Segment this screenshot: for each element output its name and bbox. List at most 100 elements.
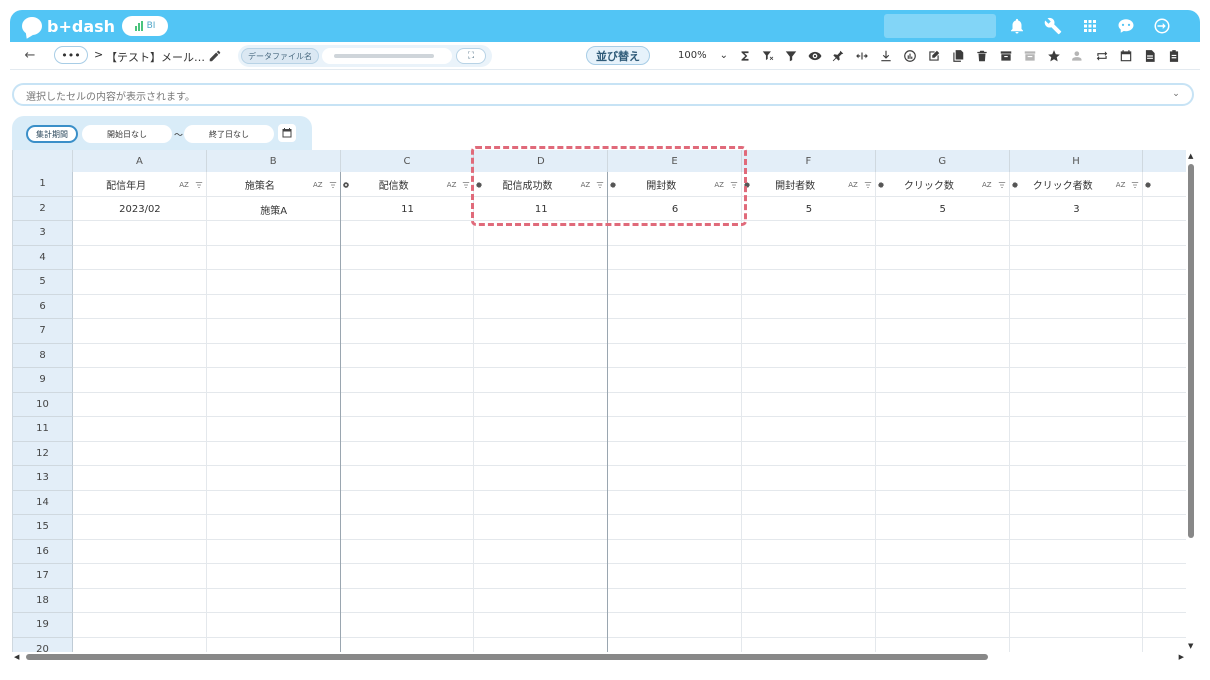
expand-button[interactable]: ⛶ — [456, 48, 486, 64]
scroll-down-icon[interactable]: ▼ — [1188, 642, 1193, 650]
chart-circle-icon[interactable] — [902, 48, 918, 64]
row-number[interactable]: 2 — [13, 196, 73, 221]
back-button[interactable]: ← — [22, 48, 38, 64]
copy-icon[interactable] — [950, 48, 966, 64]
archive-icon[interactable] — [998, 48, 1014, 64]
data-cell[interactable]: 5 — [876, 197, 1010, 221]
vertical-scrollbar[interactable]: ▲ ▼ — [1186, 150, 1196, 652]
scroll-right-icon[interactable]: ▶ — [1179, 653, 1184, 661]
zoom-select[interactable]: 100% ⌄ — [660, 46, 732, 65]
pin-icon[interactable] — [830, 48, 846, 64]
column-header-e[interactable]: E — [608, 150, 742, 172]
horizontal-scrollbar[interactable]: ◀ ▶ — [12, 652, 1186, 662]
row-number[interactable]: 12 — [13, 441, 73, 466]
chat-bot-icon[interactable] — [1116, 16, 1136, 36]
row-number[interactable]: 19 — [13, 613, 73, 638]
data-file-name-field[interactable] — [322, 48, 452, 64]
edit-square-icon[interactable] — [926, 48, 942, 64]
vertical-scroll-thumb[interactable] — [1188, 164, 1194, 538]
spreadsheet-grid[interactable]: ABCDEFGH 1 2 3 4 5 6 7 8 9 10 11 12 13 14 15 16 17 18 19 20… — [12, 150, 1186, 652]
wrench-icon[interactable] — [1043, 16, 1063, 36]
data-cell[interactable]: 5 — [742, 197, 876, 221]
filter-lines-icon[interactable] — [195, 181, 203, 189]
header-cell[interactable]: クリック者数 AZ — [1010, 172, 1144, 197]
cell-content-bar[interactable]: 選択したセルの内容が表示されます。 ⌄ — [12, 83, 1194, 106]
data-cell[interactable]: 3 — [1010, 197, 1144, 221]
swap-icon[interactable] — [1094, 48, 1110, 64]
column-header-c[interactable]: C — [341, 150, 475, 172]
sort-az-icon[interactable]: AZ — [313, 181, 323, 189]
header-cell[interactable]: 配信年月 AZ — [73, 172, 207, 197]
sort-az-icon[interactable]: AZ — [581, 181, 591, 189]
trash-icon[interactable] — [974, 48, 990, 64]
column-header-b[interactable]: B — [207, 150, 341, 172]
sort-az-icon[interactable]: AZ — [982, 181, 992, 189]
horizontal-scroll-thumb[interactable] — [26, 654, 988, 660]
data-cell[interactable]: 11 — [341, 197, 475, 221]
row-number[interactable]: 13 — [13, 466, 73, 491]
sort-az-icon[interactable]: AZ — [447, 181, 457, 189]
download-icon[interactable] — [878, 48, 894, 64]
document-icon[interactable] — [1142, 48, 1158, 64]
row-number[interactable]: 8 — [13, 343, 73, 368]
gear-icon[interactable] — [342, 181, 350, 189]
row-number[interactable]: 7 — [13, 319, 73, 344]
column-header-f[interactable]: F — [742, 150, 876, 172]
period-label[interactable]: 集計期間 — [26, 125, 78, 143]
row-number[interactable]: 4 — [13, 245, 73, 270]
column-width-icon[interactable] — [854, 48, 870, 64]
bell-icon[interactable] — [1007, 16, 1027, 36]
row-number[interactable]: 5 — [13, 270, 73, 295]
start-date-field[interactable]: 開始日なし — [82, 125, 172, 143]
bi-badge[interactable]: BI — [122, 16, 168, 36]
row-number[interactable]: 17 — [13, 564, 73, 589]
filter-lines-icon[interactable] — [462, 181, 470, 189]
sort-az-icon[interactable]: AZ — [179, 181, 189, 189]
calendar-icon[interactable] — [1118, 48, 1134, 64]
breadcrumb-sheet-title[interactable]: 【テスト】メール… — [106, 49, 205, 65]
data-cell[interactable]: 6 — [608, 197, 742, 221]
filter-lines-icon[interactable] — [730, 181, 738, 189]
filter-lines-icon[interactable] — [998, 181, 1006, 189]
header-cell[interactable]: 開封数 AZ — [608, 172, 742, 197]
column-header-a[interactable]: A — [73, 150, 207, 172]
filter-lines-icon[interactable] — [596, 181, 604, 189]
header-cell[interactable]: クリック数 AZ — [876, 172, 1010, 197]
row-number[interactable]: 6 — [13, 294, 73, 319]
breadcrumb-more-button[interactable]: ••• — [54, 46, 88, 64]
scroll-up-icon[interactable]: ▲ — [1188, 152, 1193, 160]
data-cell[interactable]: 11 — [474, 197, 608, 221]
column-header-g[interactable]: G — [876, 150, 1010, 172]
sort-az-icon[interactable]: AZ — [1116, 181, 1126, 189]
pencil-icon[interactable] — [208, 48, 224, 64]
row-number[interactable]: 1 — [13, 172, 73, 197]
filter-lines-icon[interactable] — [1131, 181, 1139, 189]
column-header-h[interactable]: H — [1010, 150, 1144, 172]
user-name-area[interactable] — [884, 14, 996, 38]
filter-lines-icon[interactable] — [864, 181, 872, 189]
filter-lines-icon[interactable] — [329, 181, 337, 189]
row-number[interactable]: 10 — [13, 392, 73, 417]
header-cell[interactable]: 施策名 AZ — [207, 172, 341, 197]
eye-icon[interactable] — [807, 48, 823, 64]
data-cell[interactable]: 施策A — [207, 197, 341, 221]
bdash-logo[interactable]: b+dash — [22, 15, 115, 37]
sort-button[interactable]: 並び替え — [586, 46, 650, 65]
filter-clear-icon[interactable] — [760, 48, 776, 64]
logout-icon[interactable] — [1152, 16, 1172, 36]
chevron-down-icon[interactable]: ⌄ — [1170, 88, 1182, 100]
filter-icon[interactable] — [783, 48, 799, 64]
row-number[interactable]: 3 — [13, 221, 73, 246]
sigma-icon[interactable] — [737, 48, 753, 64]
row-number[interactable]: 14 — [13, 490, 73, 515]
header-cell[interactable]: 開封者数 AZ — [742, 172, 876, 197]
row-number[interactable]: 16 — [13, 539, 73, 564]
data-cell[interactable]: 2023/02 — [73, 197, 207, 221]
header-cell[interactable]: 配信数 AZ — [341, 172, 475, 197]
gear-icon[interactable] — [1144, 181, 1152, 189]
end-date-field[interactable]: 終了日なし — [184, 125, 274, 143]
row-number[interactable]: 20 — [13, 637, 73, 652]
column-header-d[interactable]: D — [474, 150, 609, 172]
corner-cell[interactable] — [13, 150, 73, 172]
header-cell[interactable]: 配信成功数 AZ — [474, 172, 608, 197]
